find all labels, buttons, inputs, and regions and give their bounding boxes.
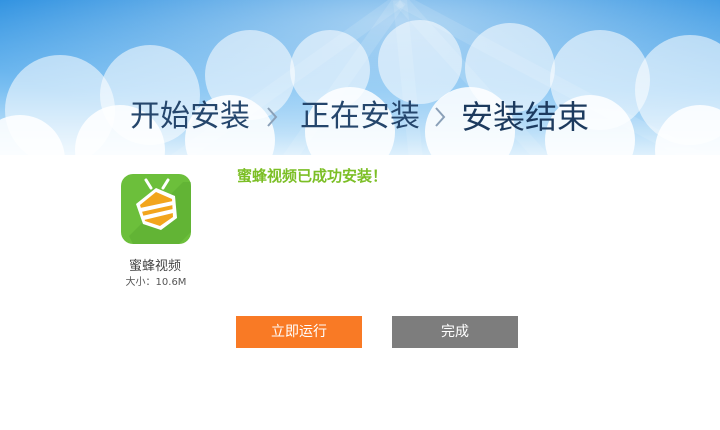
step-install-complete: 安装结束 [461,98,590,136]
install-success-message: 蜜蜂视频已成功安装！ [237,167,388,185]
step-start-install: 开始安装 [130,99,250,134]
app-size: 大小：10.6M [125,277,187,288]
step-installing: 正在安装 [300,99,420,134]
run-now-button[interactable]: 立即运行 [236,316,362,348]
chevron-right-icon [435,107,446,127]
bee-video-app-icon [121,174,191,244]
chevron-right-icon [267,107,278,127]
install-complete-screen: 开始安装 正在安装 安装结束 蜜蜂视频 大小：10.6M 蜜蜂视频已成功安装！ … [0,0,720,430]
app-name: 蜜蜂视频 [128,259,181,274]
install-steps: 开始安装 正在安装 安装结束 [0,92,720,142]
done-button[interactable]: 完成 [392,316,518,348]
